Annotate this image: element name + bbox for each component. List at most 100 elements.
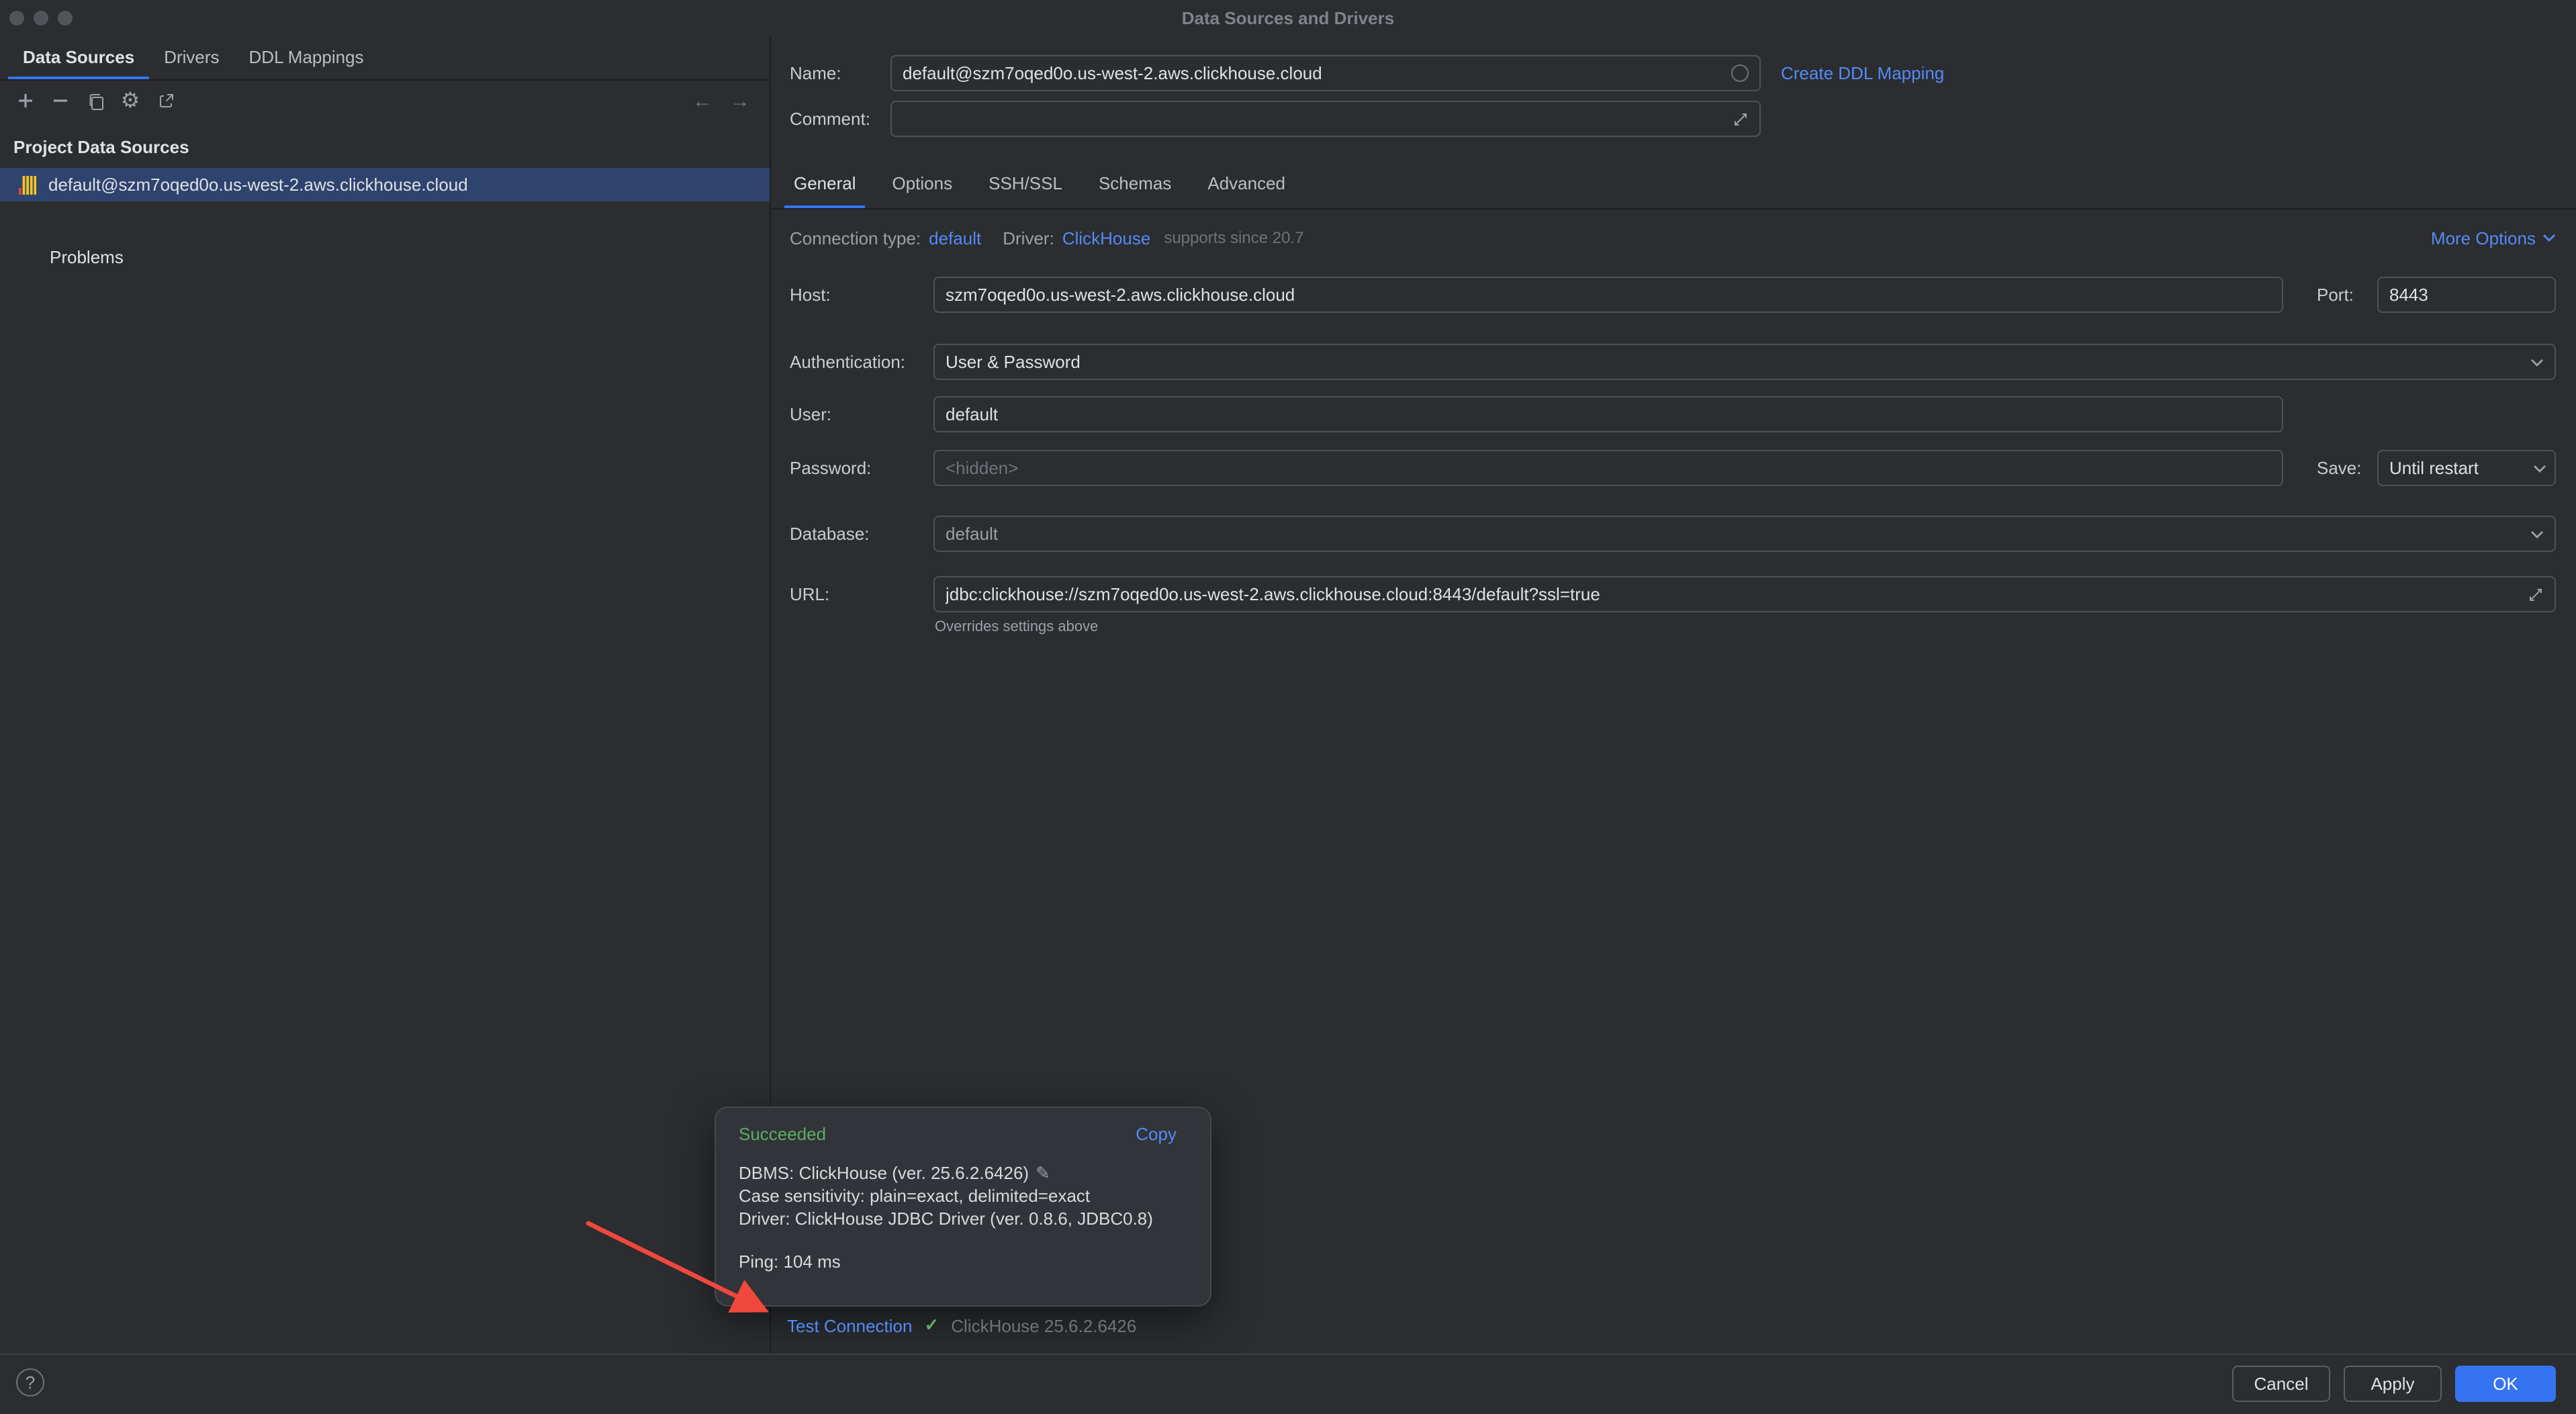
tab-advanced-label: Advanced xyxy=(1207,173,1285,193)
user-label: User: xyxy=(790,396,831,432)
tab-ssh-ssl[interactable]: SSH/SSL xyxy=(979,161,1072,209)
back-button[interactable]: ← xyxy=(688,86,717,115)
problems-section-label[interactable]: Problems xyxy=(50,247,124,267)
driver-note: supports since 20.7 xyxy=(1164,228,1303,247)
driver-line: Driver: ClickHouse JDBC Driver (ver. 0.8… xyxy=(739,1209,1153,1229)
user-value: default xyxy=(946,404,2271,424)
tab-ddl-mappings-label: DDL Mappings xyxy=(249,46,364,66)
forward-icon: → xyxy=(730,89,750,112)
export-icon xyxy=(155,91,175,111)
apply-button[interactable]: Apply xyxy=(2344,1366,2442,1402)
data-source-name: default@szm7oqed0o.us-west-2.aws.clickho… xyxy=(48,175,468,195)
url-input[interactable]: jdbc:clickhouse://szm7oqed0o.us-west-2.a… xyxy=(933,576,2556,612)
data-sources-dialog-window: Data Sources and Drivers Data Sources Dr… xyxy=(0,0,2576,1414)
test-connection-row: Test Connection ✓ ClickHouse 25.6.2.6426 xyxy=(787,1312,1136,1339)
port-label: Port: xyxy=(2317,277,2354,313)
authentication-value: User & Password xyxy=(946,352,2530,372)
remove-data-source-button[interactable] xyxy=(46,86,75,115)
expand-icon[interactable] xyxy=(2528,586,2544,602)
create-ddl-mapping-link[interactable]: Create DDL Mapping xyxy=(1781,55,1944,91)
add-data-source-button[interactable] xyxy=(11,86,40,115)
data-source-list-item[interactable]: default@szm7oqed0o.us-west-2.aws.clickho… xyxy=(0,168,770,201)
url-label: URL: xyxy=(790,576,829,612)
status-text: Succeeded xyxy=(739,1124,826,1144)
tab-general-label: General xyxy=(794,173,856,193)
comment-input[interactable] xyxy=(890,101,1761,137)
success-check-icon: ✓ xyxy=(924,1315,939,1336)
help-button[interactable]: ? xyxy=(16,1368,44,1397)
tab-ddl-mappings[interactable]: DDL Mappings xyxy=(234,36,379,79)
port-value: 8443 xyxy=(2389,285,2544,305)
driver-value[interactable]: ClickHouse xyxy=(1062,228,1151,248)
left-tabs-divider xyxy=(0,79,770,81)
ok-button[interactable]: OK xyxy=(2455,1366,2556,1402)
url-value: jdbc:clickhouse://szm7oqed0o.us-west-2.a… xyxy=(946,584,2528,604)
name-label: Name: xyxy=(790,55,841,91)
tab-ssh-ssl-label: SSH/SSL xyxy=(988,173,1062,193)
settings-button[interactable]: ⚙ xyxy=(116,86,145,115)
plus-icon xyxy=(16,91,35,110)
cancel-button-label: Cancel xyxy=(2254,1374,2309,1394)
tab-options[interactable]: Options xyxy=(883,161,962,209)
connection-type-row: Connection type: default Driver: ClickHo… xyxy=(790,224,1303,251)
port-input[interactable]: 8443 xyxy=(2377,277,2556,313)
more-options-link[interactable]: More Options xyxy=(2431,224,2556,251)
copy-icon xyxy=(85,91,105,111)
save-value: Until restart xyxy=(2389,458,2533,478)
dbms-line: DBMS: ClickHouse (ver. 25.6.2.6426) ✎ xyxy=(739,1163,1050,1184)
ok-button-label: OK xyxy=(2493,1374,2518,1394)
user-input[interactable]: default xyxy=(933,396,2283,432)
clickhouse-icon xyxy=(19,175,36,194)
authentication-label: Authentication: xyxy=(790,344,905,380)
copy-link[interactable]: Copy xyxy=(1136,1124,1177,1144)
database-value: default xyxy=(946,524,2530,544)
tab-drivers[interactable]: Drivers xyxy=(149,36,234,79)
cancel-button[interactable]: Cancel xyxy=(2232,1366,2330,1402)
project-data-sources-header: Project Data Sources xyxy=(13,137,189,157)
case-sensitivity-line: Case sensitivity: plain=exact, delimited… xyxy=(739,1186,1090,1206)
test-result-text: ClickHouse 25.6.2.6426 xyxy=(951,1315,1136,1335)
tab-general[interactable]: General xyxy=(784,161,866,209)
host-input[interactable]: szm7oqed0o.us-west-2.aws.clickhouse.clou… xyxy=(933,277,2283,313)
gear-icon: ⚙ xyxy=(121,87,140,114)
host-value: szm7oqed0o.us-west-2.aws.clickhouse.clou… xyxy=(946,285,2271,305)
connection-type-value[interactable]: default xyxy=(929,228,981,248)
chevron-down-icon xyxy=(2542,234,2556,242)
question-icon: ? xyxy=(26,1372,35,1393)
save-dropdown[interactable]: Until restart xyxy=(2377,450,2556,486)
url-note: Overrides settings above xyxy=(935,619,1098,635)
export-button[interactable] xyxy=(150,86,180,115)
connection-type-label: Connection type: xyxy=(790,228,921,248)
database-dropdown[interactable]: default xyxy=(933,516,2556,552)
duplicate-button[interactable] xyxy=(81,86,110,115)
chevron-down-icon xyxy=(2530,358,2544,366)
tab-options-label: Options xyxy=(892,173,953,193)
more-options-label: More Options xyxy=(2431,228,2536,248)
apply-button-label: Apply xyxy=(2371,1374,2414,1394)
left-panel-tabs: Data Sources Drivers DDL Mappings xyxy=(0,36,379,79)
database-label: Database: xyxy=(790,516,870,552)
test-connection-link[interactable]: Test Connection xyxy=(787,1315,912,1335)
name-input[interactable]: default@szm7oqed0o.us-west-2.aws.clickho… xyxy=(890,55,1761,91)
password-input[interactable]: <hidden> xyxy=(933,450,2283,486)
tab-advanced[interactable]: Advanced xyxy=(1198,161,1295,209)
authentication-dropdown[interactable]: User & Password xyxy=(933,344,2556,380)
pencil-icon[interactable]: ✎ xyxy=(1036,1163,1050,1183)
titlebar: Data Sources and Drivers xyxy=(0,0,2576,36)
dbms-line-text: DBMS: ClickHouse (ver. 25.6.2.6426) xyxy=(739,1163,1029,1183)
tab-schemas[interactable]: Schemas xyxy=(1089,161,1181,209)
expand-icon[interactable] xyxy=(1733,111,1749,127)
driver-label: Driver: xyxy=(1003,228,1054,248)
forward-button[interactable]: → xyxy=(725,86,755,115)
tab-schemas-label: Schemas xyxy=(1099,173,1171,193)
chevron-down-icon xyxy=(2530,530,2544,538)
bottom-bar xyxy=(0,1354,2576,1414)
name-value: default@szm7oqed0o.us-west-2.aws.clickho… xyxy=(903,63,1731,83)
tab-data-sources-label: Data Sources xyxy=(23,46,134,66)
tabs-divider xyxy=(771,208,2576,209)
password-value: <hidden> xyxy=(946,458,2271,478)
tab-drivers-label: Drivers xyxy=(164,46,219,66)
comment-label: Comment: xyxy=(790,101,870,137)
connection-tabs: General Options SSH/SSL Schemas Advanced xyxy=(784,161,1312,209)
tab-data-sources[interactable]: Data Sources xyxy=(8,36,149,79)
